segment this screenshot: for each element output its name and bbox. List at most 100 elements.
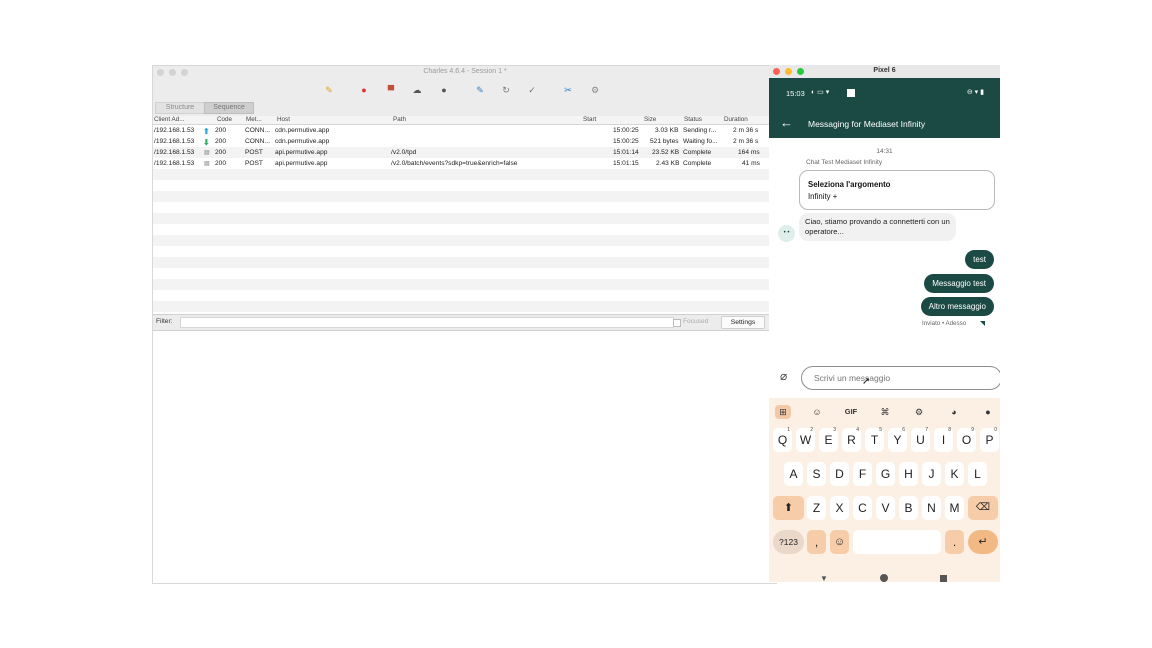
nav-back-icon[interactable]: ▼ xyxy=(820,574,828,582)
screenshot-icon xyxy=(847,89,855,97)
sticker-icon[interactable]: ☺ xyxy=(809,405,825,419)
enter-icon[interactable]: ↵ xyxy=(968,530,998,554)
key-k[interactable]: K xyxy=(945,462,964,486)
focused-checkbox[interactable] xyxy=(673,319,681,327)
charles-titlebar: Charles 4.6.4 - Session 1 * ✎ ● ▀ ☁ ● ✎ … xyxy=(153,66,777,123)
table-row[interactable]: /192.168.1.53 ▤ 200 POST api.permutive.a… xyxy=(153,158,777,169)
backspace-icon[interactable]: ⌫ xyxy=(968,496,998,520)
bot-avatar: • • xyxy=(778,225,795,242)
filter-input[interactable] xyxy=(180,317,674,328)
charles-window: Charles 4.6.4 - Session 1 * ✎ ● ▀ ☁ ● ✎ … xyxy=(152,65,777,584)
key-x[interactable]: X xyxy=(830,496,849,520)
key-q[interactable]: Q1 xyxy=(773,427,792,452)
android-status-bar: 15:03 ◐ ▭ ▾ ⊖ ▾ ▮ xyxy=(769,78,1000,110)
key-h[interactable]: H xyxy=(899,462,918,486)
tab-structure[interactable]: Structure xyxy=(155,102,205,114)
col-start[interactable]: Start xyxy=(583,116,596,123)
mouse-cursor-icon: ➚ xyxy=(862,376,871,387)
space-bar[interactable] xyxy=(853,530,941,554)
topic-title: Seleziona l'argomento xyxy=(808,180,891,189)
topic-card[interactable]: Seleziona l'argomento Infinity + xyxy=(799,170,995,210)
message-input[interactable] xyxy=(801,366,1000,390)
emulator-title: Pixel 6 xyxy=(873,67,896,74)
outgoing-message: test xyxy=(965,250,994,269)
compose-icon[interactable]: ✎ xyxy=(475,85,485,95)
col-size[interactable]: Size xyxy=(644,116,656,123)
gear-icon[interactable]: ⚙ xyxy=(911,405,927,419)
key-a[interactable]: A xyxy=(784,462,803,486)
key-o[interactable]: O9 xyxy=(957,427,976,452)
key-c[interactable]: C xyxy=(853,496,872,520)
focused-label: Focused xyxy=(683,318,709,325)
validate-icon[interactable]: ✓ xyxy=(527,85,537,95)
chat-timestamp: 14:31 xyxy=(876,148,893,155)
key-f[interactable]: F xyxy=(853,462,872,486)
nav-recents-icon[interactable] xyxy=(940,575,947,582)
document-icon: ▤ xyxy=(204,161,210,167)
key-j[interactable]: J xyxy=(922,462,941,486)
key-z[interactable]: Z xyxy=(807,496,826,520)
filter-bar: Filter: Focused Settings xyxy=(153,314,777,331)
key-m[interactable]: M xyxy=(945,496,964,520)
system-status-icons: ⊖ ▾ ▮ xyxy=(966,89,984,96)
col-code[interactable]: Code xyxy=(217,116,232,123)
key-b[interactable]: B xyxy=(899,496,918,520)
key-y[interactable]: Y6 xyxy=(888,427,907,452)
comma-key[interactable]: , xyxy=(807,530,826,554)
document-icon: ▤ xyxy=(204,150,210,156)
period-key[interactable]: . xyxy=(945,530,964,554)
key-i[interactable]: I8 xyxy=(934,427,953,452)
key-u[interactable]: U7 xyxy=(911,427,930,452)
table-row[interactable]: /192.168.1.53 ▤ 200 POST api.permutive.a… xyxy=(153,147,777,158)
table-row[interactable]: /192.168.1.53 ⬆ 200 CONN... cdn.permutiv… xyxy=(153,125,777,136)
key-g[interactable]: G xyxy=(876,462,895,486)
key-p[interactable]: P0 xyxy=(980,427,999,452)
repeat-icon[interactable]: ↻ xyxy=(501,85,511,95)
broom-icon[interactable]: ✎ xyxy=(324,85,334,95)
key-e[interactable]: E3 xyxy=(819,427,838,452)
nav-home-icon[interactable] xyxy=(880,574,888,582)
outgoing-message: Altro messaggio xyxy=(920,297,994,316)
translate-icon[interactable]: ⌘ xyxy=(877,405,893,419)
tab-sequence[interactable]: Sequence xyxy=(204,102,254,114)
back-arrow-icon[interactable]: ← xyxy=(780,115,793,130)
key-l[interactable]: L xyxy=(968,462,987,486)
emoji-icon[interactable]: ☺ xyxy=(830,530,849,554)
attachment-icon[interactable]: ⌀ xyxy=(780,369,787,383)
app-title: Messaging for Mediaset Infinity xyxy=(808,119,926,129)
col-host[interactable]: Host xyxy=(277,116,290,123)
record-icon[interactable]: ● xyxy=(359,85,369,95)
gif-button[interactable]: GIF xyxy=(841,405,861,419)
col-client[interactable]: Client Ad... xyxy=(154,116,184,123)
table-row[interactable]: /192.168.1.53 ⬇ 200 CONN... cdn.permutiv… xyxy=(153,136,777,147)
key-v[interactable]: V xyxy=(876,496,895,520)
palette-icon[interactable]: ◕ xyxy=(946,405,962,419)
key-s[interactable]: S xyxy=(807,462,826,486)
symbols-key[interactable]: ?123 xyxy=(773,530,804,554)
outgoing-message: Messaggio test xyxy=(924,274,994,293)
settings-button[interactable]: Settings xyxy=(721,316,765,329)
throttle-icon[interactable]: ▀ xyxy=(386,85,396,95)
status-time: 15:03 xyxy=(786,89,805,98)
tools-icon[interactable]: ✂ xyxy=(563,85,573,95)
emulator-window: Pixel 6 15:03 ◐ ▭ ▾ ⊖ ▾ ▮ ← Messaging fo… xyxy=(769,65,1000,582)
download-arrow-icon: ⬇ xyxy=(203,138,210,147)
col-path[interactable]: Path xyxy=(393,116,406,123)
shift-icon[interactable]: ⬆ xyxy=(773,496,804,520)
breakpoint-icon[interactable]: ● xyxy=(439,85,449,95)
settings-gear-icon[interactable]: ⚙ xyxy=(590,85,600,95)
turtle-icon[interactable]: ☁ xyxy=(412,85,422,95)
col-duration[interactable]: Duration xyxy=(724,116,748,123)
key-d[interactable]: D xyxy=(830,462,849,486)
key-t[interactable]: T5 xyxy=(865,427,884,452)
bubble-tail xyxy=(980,321,985,326)
mic-icon[interactable]: ● xyxy=(980,405,996,419)
col-status[interactable]: Status xyxy=(684,116,702,123)
col-method[interactable]: Met... xyxy=(246,116,262,123)
key-n[interactable]: N xyxy=(922,496,941,520)
key-r[interactable]: R4 xyxy=(842,427,861,452)
bot-message: Ciao, stiamo provando a connetterti con … xyxy=(799,213,956,241)
key-w[interactable]: W2 xyxy=(796,427,815,452)
notification-icons: ◐ ▭ ▾ xyxy=(811,89,830,96)
apps-icon[interactable]: ⊞ xyxy=(775,405,791,419)
